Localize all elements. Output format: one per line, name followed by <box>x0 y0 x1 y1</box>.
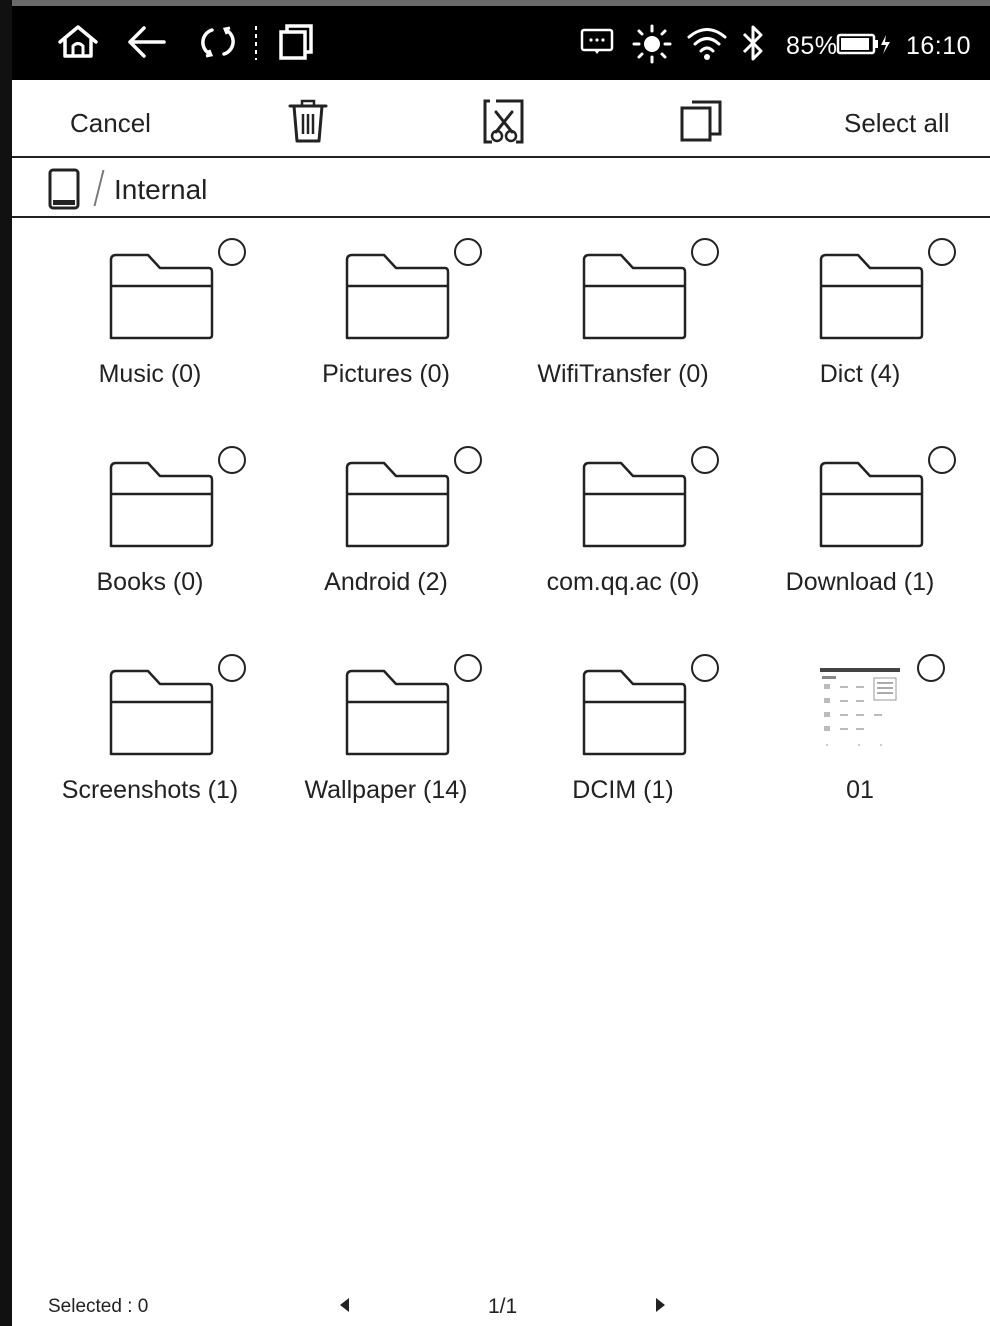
home-icon[interactable] <box>56 22 100 62</box>
folder-com-qq-ac[interactable]: com.qq.ac (0) <box>508 436 738 636</box>
tablet-device-icon[interactable] <box>48 168 80 215</box>
image-file-01[interactable]: 01 <box>745 644 975 844</box>
recent-apps-icon[interactable] <box>276 22 316 62</box>
select-radio[interactable] <box>928 238 956 266</box>
bluetooth-icon <box>740 22 766 64</box>
folder-dcim[interactable]: DCIM (1) <box>508 644 738 844</box>
breadcrumb-location[interactable]: Internal <box>114 174 207 206</box>
action-toolbar: Cancel Select all <box>12 80 990 158</box>
footer-pagination: Selected : 0 1/1 <box>12 1286 990 1326</box>
folder-books[interactable]: Books (0) <box>35 436 265 636</box>
folder-wifitransfer[interactable]: WifiTransfer (0) <box>508 228 738 428</box>
select-radio[interactable] <box>454 446 482 474</box>
folder-icon <box>345 461 450 548</box>
folder-icon <box>345 669 450 756</box>
keyboard-icon <box>580 28 614 56</box>
item-label: Android (2) <box>324 568 448 596</box>
folder-icon <box>109 253 214 340</box>
clock: 16:10 <box>906 32 972 60</box>
copy-icon[interactable] <box>678 98 726 144</box>
page-indicator: 1/1 <box>488 1295 518 1318</box>
select-radio[interactable] <box>691 238 719 266</box>
previous-page-icon[interactable] <box>340 1298 349 1312</box>
folder-music[interactable]: Music (0) <box>35 228 265 428</box>
folder-icon <box>819 461 924 548</box>
folder-icon <box>582 669 687 756</box>
wifi-icon <box>686 24 728 64</box>
device-frame-left <box>0 0 12 1326</box>
breadcrumb: Internal <box>12 158 990 218</box>
select-radio[interactable] <box>218 446 246 474</box>
item-label: Wallpaper (14) <box>304 776 468 804</box>
delete-icon[interactable] <box>286 98 330 144</box>
select-radio[interactable] <box>691 654 719 682</box>
item-label: 01 <box>846 776 874 804</box>
item-label: Pictures (0) <box>322 360 450 388</box>
battery-percent: 85% <box>786 32 838 60</box>
refresh-icon[interactable] <box>196 22 240 62</box>
back-icon[interactable] <box>124 22 168 62</box>
divider-icon <box>252 24 260 62</box>
folder-wallpaper[interactable]: Wallpaper (14) <box>271 644 501 844</box>
select-radio[interactable] <box>928 446 956 474</box>
select-all-button[interactable]: Select all <box>844 108 950 139</box>
item-label: WifiTransfer (0) <box>537 360 709 388</box>
folder-screenshots[interactable]: Screenshots (1) <box>35 644 265 844</box>
folder-android[interactable]: Android (2) <box>271 436 501 636</box>
folder-download[interactable]: Download (1) <box>745 436 975 636</box>
select-radio[interactable] <box>691 446 719 474</box>
folder-icon <box>345 253 450 340</box>
item-label: Books (0) <box>96 568 204 596</box>
battery-charging-icon <box>836 32 892 56</box>
cut-icon[interactable] <box>482 98 526 146</box>
item-label: Music (0) <box>98 360 202 388</box>
next-page-icon[interactable] <box>656 1298 665 1312</box>
select-radio[interactable] <box>218 238 246 266</box>
brightness-icon <box>632 24 672 64</box>
select-radio[interactable] <box>454 654 482 682</box>
breadcrumb-separator <box>93 170 105 206</box>
status-bar: 85% 16:10 <box>12 6 990 80</box>
folder-icon <box>582 461 687 548</box>
folder-icon <box>109 461 214 548</box>
selected-count: Selected : 0 <box>48 1296 149 1317</box>
item-label: Download (1) <box>785 568 935 596</box>
select-radio[interactable] <box>454 238 482 266</box>
image-thumbnail <box>820 668 900 746</box>
folder-icon <box>109 669 214 756</box>
select-radio[interactable] <box>218 654 246 682</box>
screen: 85% 16:10 Cancel Select all Internal Mus… <box>12 6 990 1326</box>
folder-icon <box>582 253 687 340</box>
folder-pictures[interactable]: Pictures (0) <box>271 228 501 428</box>
item-label: Screenshots (1) <box>61 776 239 804</box>
select-radio[interactable] <box>917 654 945 682</box>
item-label: DCIM (1) <box>572 776 674 804</box>
item-label: Dict (4) <box>819 360 901 388</box>
folder-icon <box>819 253 924 340</box>
cancel-button[interactable]: Cancel <box>70 108 151 139</box>
folder-dict[interactable]: Dict (4) <box>745 228 975 428</box>
item-label: com.qq.ac (0) <box>546 568 700 596</box>
